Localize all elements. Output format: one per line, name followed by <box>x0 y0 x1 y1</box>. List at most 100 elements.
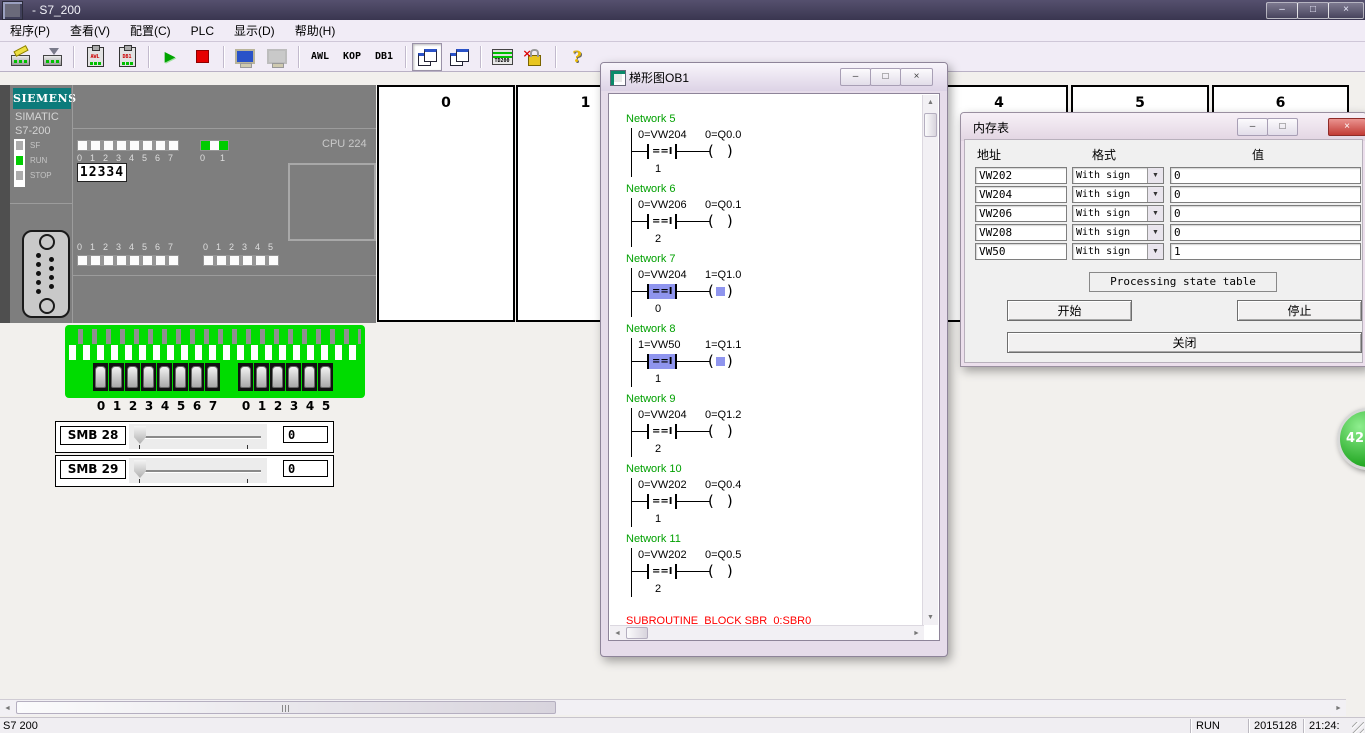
dropdown-icon[interactable]: ▼ <box>1147 206 1163 221</box>
db1-view-button[interactable]: DB1 <box>368 45 400 69</box>
workspace-horizontal-scrollbar[interactable]: ◄ ► <box>0 699 1346 715</box>
run-button[interactable]: ▶ <box>155 43 185 71</box>
compare-contact[interactable]: ==I <box>647 284 677 299</box>
horizontal-scrollbar[interactable]: ◄ ► <box>610 625 924 641</box>
dropdown-icon[interactable]: ▼ <box>1147 225 1163 240</box>
stop-button[interactable]: 停止 <box>1237 300 1362 321</box>
ladder-editor[interactable]: Network 5 0=VW204 0=Q0.0 ==I 1 () Networ… <box>608 93 940 641</box>
close-button[interactable]: × <box>900 68 933 86</box>
scroll-left-icon[interactable]: ◄ <box>0 701 15 716</box>
monitor-on-button[interactable] <box>230 43 260 71</box>
scroll-left-icon[interactable]: ◄ <box>610 626 625 641</box>
value-field[interactable]: 1 <box>1170 243 1361 260</box>
vertical-scrollbar[interactable]: ▲ ▼ <box>922 95 938 625</box>
resize-grip[interactable] <box>1352 722 1364 733</box>
dropdown-icon[interactable]: ▼ <box>1147 168 1163 183</box>
close-button[interactable]: × <box>1328 118 1365 136</box>
value-field[interactable]: 0 <box>1170 205 1361 222</box>
format-select[interactable]: With sign ▼ <box>1072 243 1164 260</box>
scroll-down-icon[interactable]: ▼ <box>923 610 938 625</box>
cascade-windows-button[interactable] <box>412 43 442 71</box>
close-table-button[interactable]: 关闭 <box>1007 332 1362 353</box>
app-icon[interactable] <box>2 1 23 20</box>
scroll-right-icon[interactable]: ► <box>909 626 924 641</box>
maximize-button[interactable]: □ <box>1267 118 1298 136</box>
format-select[interactable]: With sign ▼ <box>1072 205 1164 222</box>
stop-button[interactable] <box>187 43 217 71</box>
scroll-up-icon[interactable]: ▲ <box>923 95 938 110</box>
smb29-slider[interactable] <box>129 458 267 483</box>
scrollbar-thumb[interactable] <box>924 113 937 137</box>
value-field[interactable]: 0 <box>1170 167 1361 184</box>
maximize-button[interactable]: □ <box>870 68 901 86</box>
input-switch[interactable] <box>286 363 301 391</box>
address-field[interactable]: VW206 <box>975 205 1067 222</box>
compare-contact[interactable]: ==I <box>647 144 677 159</box>
monitor-off-button[interactable] <box>262 43 292 71</box>
input-switch[interactable] <box>173 363 188 391</box>
menu-config[interactable]: 配置(C) <box>120 21 181 41</box>
load-awl-button[interactable]: AWL <box>80 43 110 71</box>
download-plc-button[interactable] <box>37 43 67 71</box>
td200-button[interactable]: TD200 <box>487 43 517 71</box>
output-coil[interactable]: () <box>708 422 733 440</box>
input-switch[interactable] <box>270 363 285 391</box>
menu-help[interactable]: 帮助(H) <box>285 21 346 41</box>
output-coil[interactable]: () <box>708 282 733 300</box>
output-coil[interactable]: () <box>708 142 733 160</box>
compare-contact[interactable]: ==I <box>647 214 677 229</box>
menu-display[interactable]: 显示(D) <box>224 21 285 41</box>
input-switch[interactable] <box>205 363 220 391</box>
slider-handle[interactable] <box>134 426 146 444</box>
input-switch[interactable] <box>141 363 156 391</box>
input-switch[interactable] <box>318 363 333 391</box>
output-coil[interactable]: () <box>708 212 733 230</box>
password-button[interactable]: × <box>519 43 549 71</box>
minimize-button[interactable]: – <box>1237 118 1268 136</box>
help-button[interactable]: ? <box>562 43 592 71</box>
smb28-slider[interactable] <box>129 424 267 449</box>
input-switch[interactable] <box>93 363 108 391</box>
menu-program[interactable]: 程序(P) <box>0 21 60 41</box>
recorder-badge[interactable]: 42 <box>1337 408 1365 470</box>
address-field[interactable]: VW208 <box>975 224 1067 241</box>
compare-contact[interactable]: ==I <box>647 494 677 509</box>
output-coil[interactable]: () <box>708 492 733 510</box>
slider-handle[interactable] <box>134 460 146 478</box>
address-field[interactable]: VW50 <box>975 243 1067 260</box>
input-switch[interactable] <box>238 363 253 391</box>
input-switch[interactable] <box>157 363 172 391</box>
format-select[interactable]: With sign ▼ <box>1072 186 1164 203</box>
dropdown-icon[interactable]: ▼ <box>1147 244 1163 259</box>
input-switch[interactable] <box>125 363 140 391</box>
load-db1-button[interactable]: DB1 <box>112 43 142 71</box>
menu-view[interactable]: 查看(V) <box>60 21 120 41</box>
minimize-button[interactable]: – <box>1266 2 1298 19</box>
memory-window-titlebar[interactable]: 内存表 – □ × <box>961 113 1365 141</box>
scrollbar-thumb[interactable] <box>16 701 556 714</box>
arrange-windows-button[interactable] <box>444 43 474 71</box>
output-coil[interactable]: () <box>708 562 733 580</box>
input-switch[interactable] <box>302 363 317 391</box>
kop-view-button[interactable]: KOP <box>336 45 368 69</box>
config-plc-button[interactable] <box>5 43 35 71</box>
start-button[interactable]: 开始 <box>1007 300 1132 321</box>
scroll-right-icon[interactable]: ► <box>1331 701 1346 716</box>
compare-contact[interactable]: ==I <box>647 564 677 579</box>
menu-plc[interactable]: PLC <box>181 21 224 41</box>
maximize-button[interactable]: □ <box>1297 2 1329 19</box>
input-switch[interactable] <box>254 363 269 391</box>
value-field[interactable]: 0 <box>1170 224 1361 241</box>
ladder-window-titlebar[interactable]: 梯形图OB1 – □ × <box>601 63 947 91</box>
input-switch[interactable] <box>109 363 124 391</box>
minimize-button[interactable]: – <box>840 68 871 86</box>
address-field[interactable]: VW204 <box>975 186 1067 203</box>
compare-contact[interactable]: ==I <box>647 354 677 369</box>
input-switch[interactable] <box>189 363 204 391</box>
compare-contact[interactable]: ==I <box>647 424 677 439</box>
output-coil[interactable]: () <box>708 352 733 370</box>
format-select[interactable]: With sign ▼ <box>1072 224 1164 241</box>
value-field[interactable]: 0 <box>1170 186 1361 203</box>
awl-view-button[interactable]: AWL <box>304 45 336 69</box>
scrollbar-thumb[interactable] <box>626 627 648 639</box>
